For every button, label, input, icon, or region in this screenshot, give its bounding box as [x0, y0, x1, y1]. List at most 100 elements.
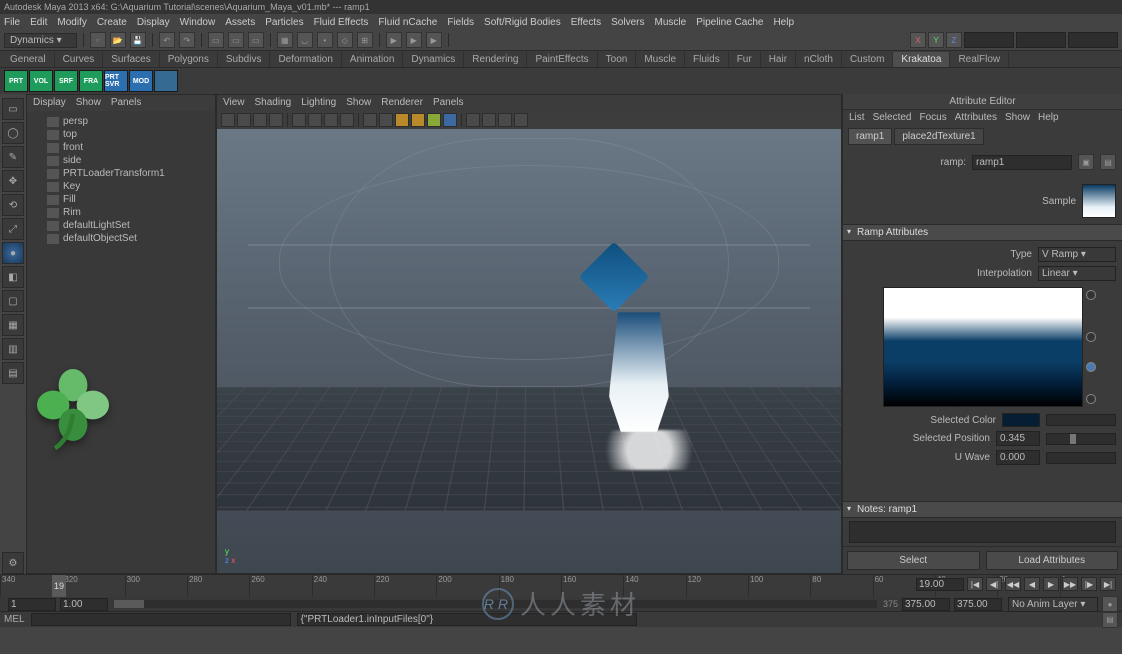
outliner-item[interactable]: top — [29, 128, 213, 141]
cmd-input[interactable] — [31, 613, 291, 626]
outliner-item[interactable]: defaultObjectSet — [29, 232, 213, 245]
attr-tab[interactable]: ramp1 — [848, 128, 892, 145]
menu-edit[interactable]: Edit — [30, 17, 47, 28]
vp-icon[interactable] — [324, 113, 338, 127]
paint-tool[interactable]: ✎ — [2, 146, 24, 168]
focus-icon[interactable]: ▣ — [1078, 154, 1094, 170]
ramp-handle[interactable] — [1086, 394, 1096, 404]
shelf-tab-general[interactable]: General — [2, 52, 55, 67]
attr-menu-selected[interactable]: Selected — [873, 112, 912, 123]
outliner-menu-show[interactable]: Show — [76, 97, 101, 109]
go-end-button[interactable]: ▶| — [1100, 577, 1116, 591]
menu-window[interactable]: Window — [180, 17, 216, 28]
vp-icon[interactable] — [466, 113, 480, 127]
autokey-icon[interactable]: ● — [1102, 596, 1118, 612]
attr-menu-show[interactable]: Show — [1005, 112, 1030, 123]
vp-icon[interactable] — [395, 113, 409, 127]
vp-menu-show[interactable]: Show — [346, 97, 371, 109]
vp-icon[interactable] — [427, 113, 441, 127]
range-end-inner[interactable] — [902, 598, 950, 611]
select2-icon[interactable]: ▭ — [228, 32, 244, 48]
interp-select[interactable]: Linear ▾ — [1038, 266, 1116, 281]
ramp-handle[interactable] — [1086, 332, 1096, 342]
ipr-icon[interactable]: ▶ — [406, 32, 422, 48]
move-tool[interactable]: ✥ — [2, 170, 24, 192]
manip-tool[interactable]: ● — [2, 242, 24, 264]
selected-position-field[interactable] — [996, 431, 1040, 446]
presets-icon[interactable]: ▤ — [1100, 154, 1116, 170]
ramp-handle-selected[interactable] — [1086, 362, 1096, 372]
shelf-tab-polygons[interactable]: Polygons — [160, 52, 218, 67]
layout-single[interactable]: ▢ — [2, 290, 24, 312]
outliner-item[interactable]: Rim — [29, 206, 213, 219]
cmd-mode[interactable]: MEL — [4, 614, 25, 625]
menu-fields[interactable]: Fields — [447, 17, 474, 28]
xyz-x-icon[interactable]: X — [910, 32, 926, 48]
last-tool[interactable]: ◧ — [2, 266, 24, 288]
tool-settings-icon[interactable]: ⚙ — [2, 552, 24, 574]
notes-section[interactable]: Notes: ramp1 — [843, 501, 1122, 518]
shelf-tab-animation[interactable]: Animation — [342, 52, 403, 67]
vp-icon[interactable] — [363, 113, 377, 127]
transform-y-field[interactable] — [1016, 32, 1066, 48]
menu-modify[interactable]: Modify — [57, 17, 86, 28]
range-end-outer[interactable] — [954, 598, 1002, 611]
snap-grid-icon[interactable]: ▦ — [277, 32, 293, 48]
save-scene-icon[interactable]: 💾 — [130, 32, 146, 48]
range-thumb[interactable] — [114, 600, 144, 608]
range-start-inner[interactable] — [60, 598, 108, 611]
attr-menu-focus[interactable]: Focus — [919, 112, 946, 123]
vp-icon[interactable] — [237, 113, 251, 127]
open-scene-icon[interactable]: 📂 — [110, 32, 126, 48]
shelf-tab-surfaces[interactable]: Surfaces — [103, 52, 159, 67]
mode-dropdown[interactable]: Dynamics ▾ — [4, 33, 77, 48]
uwave-slider[interactable] — [1046, 452, 1116, 464]
vp-menu-view[interactable]: View — [223, 97, 245, 109]
shelf-tab-deformation[interactable]: Deformation — [270, 52, 341, 67]
vp-icon[interactable] — [443, 113, 457, 127]
shelf-button[interactable]: SRF — [54, 70, 78, 92]
vp-icon[interactable] — [379, 113, 393, 127]
vp-icon[interactable] — [269, 113, 283, 127]
vp-icon[interactable] — [292, 113, 306, 127]
attr-menu-attributes[interactable]: Attributes — [955, 112, 997, 123]
position-slider[interactable] — [1046, 433, 1116, 445]
shelf-tab-curves[interactable]: Curves — [55, 52, 104, 67]
new-scene-icon[interactable]: ▫ — [90, 32, 106, 48]
attr-menu-help[interactable]: Help — [1038, 112, 1059, 123]
undo-icon[interactable]: ↶ — [159, 32, 175, 48]
script-editor-icon[interactable]: ▤ — [1102, 612, 1118, 628]
range-start-outer[interactable] — [8, 598, 56, 611]
rewind-button[interactable]: |◀ — [967, 577, 983, 591]
outliner-item[interactable]: Key — [29, 180, 213, 193]
shelf-button[interactable]: FRA — [79, 70, 103, 92]
outliner-list[interactable]: persptopfrontsidePRTLoaderTransform1KeyF… — [27, 111, 215, 573]
select-tool[interactable]: ▭ — [2, 98, 24, 120]
scale-tool[interactable]: ⤢ — [2, 218, 24, 240]
vp-icon[interactable] — [308, 113, 322, 127]
shelf-tab-hair[interactable]: Hair — [761, 52, 796, 67]
menu-assets[interactable]: Assets — [225, 17, 255, 28]
shelf-tab-fur[interactable]: Fur — [729, 52, 761, 67]
time-cursor[interactable]: 19 — [52, 575, 66, 597]
select-icon[interactable]: ▭ — [208, 32, 224, 48]
shelf-tab-realflow[interactable]: RealFlow — [950, 52, 1009, 67]
shelf-tab-painteffects[interactable]: PaintEffects — [527, 52, 597, 67]
menu-softrigidbodies[interactable]: Soft/Rigid Bodies — [484, 17, 561, 28]
menu-solvers[interactable]: Solvers — [611, 17, 644, 28]
next-key-button[interactable]: ▶▶ — [1062, 577, 1078, 591]
prev-key-button[interactable]: ◀◀ — [1005, 577, 1021, 591]
shelf-tab-dynamics[interactable]: Dynamics — [403, 52, 464, 67]
menu-muscle[interactable]: Muscle — [655, 17, 687, 28]
menu-display[interactable]: Display — [137, 17, 170, 28]
load-attributes-button[interactable]: Load Attributes — [986, 551, 1119, 570]
outliner-item[interactable]: PRTLoaderTransform1 — [29, 167, 213, 180]
vp-icon[interactable] — [411, 113, 425, 127]
selected-color-swatch[interactable] — [1002, 413, 1040, 427]
shelf-tab-muscle[interactable]: Muscle — [636, 52, 685, 67]
select-button[interactable]: Select — [847, 551, 980, 570]
time-slider[interactable]: 3403203002802602402202001801601401201008… — [0, 575, 1122, 597]
layout-persp[interactable]: ▥ — [2, 338, 24, 360]
rotate-tool[interactable]: ⟲ — [2, 194, 24, 216]
vp-icon[interactable] — [253, 113, 267, 127]
